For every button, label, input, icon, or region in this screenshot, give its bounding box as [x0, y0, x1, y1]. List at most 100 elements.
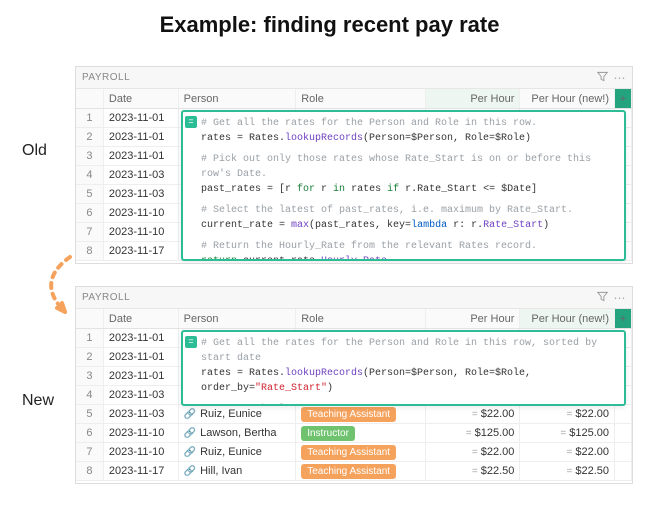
panel-old: PAYROLL ⋯ Date Person Role Per Hour Per …	[75, 66, 633, 264]
panel-header: PAYROLL ⋯	[76, 67, 632, 89]
formula-icon: =	[472, 409, 478, 420]
grid-old: Date Person Role Per Hour Per Hour (new!…	[76, 89, 632, 261]
cell-person: 🔗Lawson, Bertha	[179, 424, 297, 442]
add-column-button[interactable]: +	[615, 309, 632, 328]
col-person[interactable]: Person	[179, 309, 297, 328]
filter-icon[interactable]	[597, 291, 608, 305]
cell-date: 2023-11-01	[104, 147, 179, 165]
cell-ph: =$22.50	[426, 462, 521, 480]
col-date[interactable]: Date	[104, 89, 179, 108]
cell-date: 2023-11-03	[104, 405, 179, 423]
col-per-hour[interactable]: Per Hour	[426, 309, 521, 328]
grid-header-row: Date Person Role Per Hour Per Hour (new!…	[76, 309, 632, 329]
row-num: 8	[76, 462, 104, 480]
formula-icon: =	[567, 447, 573, 458]
row-num: 5	[76, 405, 104, 423]
more-icon[interactable]: ⋯	[614, 291, 627, 305]
table-row[interactable]: 82023-11-17🔗Hill, IvanTeaching Assistant…	[76, 462, 632, 481]
panel-new: PAYROLL ⋯ Date Person Role Per Hour Per …	[75, 286, 633, 484]
table-row[interactable]: 72023-11-10🔗Ruiz, EuniceTeaching Assista…	[76, 443, 632, 462]
formula-icon: =	[466, 428, 472, 439]
col-per-hour[interactable]: Per Hour	[426, 89, 521, 108]
formula-badge-icon: =	[185, 336, 197, 348]
more-icon[interactable]: ⋯	[614, 71, 627, 85]
cell-ph: =$125.00	[426, 424, 521, 442]
cell-date: 2023-11-03	[104, 166, 179, 184]
code-comment: # Return the Hourly_Rate from the releva…	[201, 241, 537, 252]
formula-icon: =	[472, 466, 478, 477]
formula-badge-icon: =	[185, 116, 197, 128]
cell-date: 2023-11-10	[104, 223, 179, 241]
cell-date: 2023-11-01	[104, 348, 179, 366]
formula-editor-old[interactable]: = # Get all the rates for the Person and…	[181, 110, 626, 261]
rownum-header	[76, 309, 104, 328]
add-column-button[interactable]: +	[615, 89, 632, 108]
row-num: 2	[76, 348, 104, 366]
cell-ph2: =$22.00	[520, 405, 615, 423]
row-num: 6	[76, 424, 104, 442]
code-comment: # Select the latest of past_rates, i.e. …	[201, 205, 573, 216]
cell-person: 🔗Hill, Ivan	[179, 462, 297, 480]
col-date[interactable]: Date	[104, 309, 179, 328]
link-icon: 🔗	[184, 447, 196, 458]
cell-date: 2023-11-10	[104, 443, 179, 461]
row-num: 8	[76, 242, 104, 260]
cell-date: 2023-11-01	[104, 329, 179, 347]
link-icon: 🔗	[184, 409, 196, 420]
row-num: 3	[76, 367, 104, 385]
cell-person: 🔗Ruiz, Eunice	[179, 405, 297, 423]
label-old: Old	[22, 142, 47, 160]
link-icon: 🔗	[184, 466, 196, 477]
cell-role: Instructor	[296, 424, 426, 442]
row-num: 4	[76, 166, 104, 184]
panel-header: PAYROLL ⋯	[76, 287, 632, 309]
code-comment: # Return the latest rate	[201, 404, 345, 406]
row-num: 2	[76, 128, 104, 146]
table-row[interactable]: 52023-11-03🔗Ruiz, EuniceTeaching Assista…	[76, 405, 632, 424]
cell-date: 2023-11-10	[104, 204, 179, 222]
formula-icon: =	[567, 409, 573, 420]
table-row[interactable]: 62023-11-10🔗Lawson, BerthaInstructor=$12…	[76, 424, 632, 443]
code-comment: # Get all the rates for the Person and R…	[201, 118, 537, 129]
cell-ph: =$22.00	[426, 443, 521, 461]
cell-role: Teaching Assistant	[296, 405, 426, 423]
row-num: 7	[76, 223, 104, 241]
page-title: Example: finding recent pay rate	[0, 12, 659, 38]
col-per-hour-new[interactable]: Per Hour (new!)	[520, 89, 615, 108]
filter-icon[interactable]	[597, 71, 608, 85]
cell-date: 2023-11-01	[104, 128, 179, 146]
cell-date: 2023-11-03	[104, 185, 179, 203]
cell-ph2: =$125.00	[520, 424, 615, 442]
formula-icon: =	[560, 428, 566, 439]
formula-icon: =	[567, 466, 573, 477]
label-new: New	[22, 392, 54, 410]
code-comment: # Pick out only those rates whose Rate_S…	[201, 154, 591, 180]
col-person[interactable]: Person	[179, 89, 297, 108]
row-num: 1	[76, 109, 104, 127]
col-per-hour-new[interactable]: Per Hour (new!)	[520, 309, 615, 328]
cell-date: 2023-11-17	[104, 462, 179, 480]
row-num: 3	[76, 147, 104, 165]
panel-title: PAYROLL	[82, 292, 591, 303]
cell-date: 2023-11-01	[104, 367, 179, 385]
col-role[interactable]: Role	[296, 89, 426, 108]
code-comment: # Get all the rates for the Person and R…	[201, 338, 597, 364]
cell-person: 🔗Ruiz, Eunice	[179, 443, 297, 461]
row-num: 6	[76, 204, 104, 222]
cell-date: 2023-11-10	[104, 424, 179, 442]
panel-title: PAYROLL	[82, 72, 591, 83]
cell-ph2: =$22.00	[520, 443, 615, 461]
row-num: 1	[76, 329, 104, 347]
cell-ph2: =$22.50	[520, 462, 615, 480]
cell-date: 2023-11-03	[104, 386, 179, 404]
cell-date: 2023-11-17	[104, 242, 179, 260]
rownum-header	[76, 89, 104, 108]
row-num: 4	[76, 386, 104, 404]
col-role[interactable]: Role	[296, 309, 426, 328]
grid-new: Date Person Role Per Hour Per Hour (new!…	[76, 309, 632, 481]
cell-role: Teaching Assistant	[296, 443, 426, 461]
formula-editor-new[interactable]: = # Get all the rates for the Person and…	[181, 330, 626, 406]
cell-ph: =$22.00	[426, 405, 521, 423]
row-num: 5	[76, 185, 104, 203]
formula-icon: =	[472, 447, 478, 458]
